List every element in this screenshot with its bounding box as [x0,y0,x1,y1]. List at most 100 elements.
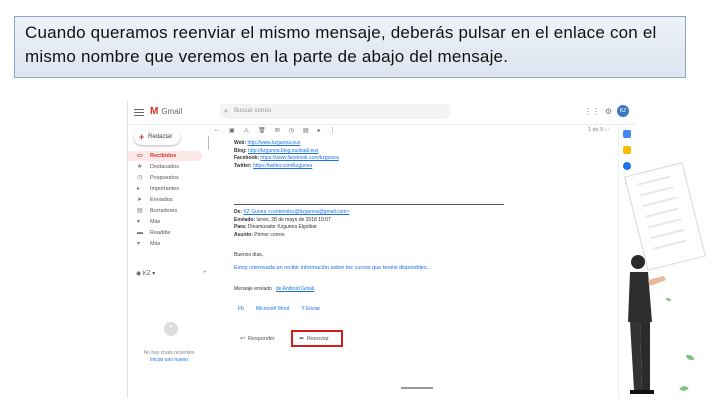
sidebar-item-drafts[interactable]: ▤ Borradores [128,206,202,216]
compose-button[interactable]: + Redactar [134,130,180,145]
search-placeholder: Buscar correo [234,108,272,114]
header-actions: ⋮⋮ ⚙ KZ [584,105,629,117]
sidebar-item-label: Destacados [150,164,180,170]
sidebar-item-starred[interactable]: ★ Destacados [128,162,202,172]
hangouts-avatar-icon: ◉ [136,271,142,277]
avatar[interactable]: KZ [617,105,629,117]
twitter-link[interactable]: https://twitter.com/kzgunea [253,163,312,169]
reply-arrow-icon: ↩ [240,336,246,342]
folder-icon: ▾ [137,241,141,247]
more-vertical-icon[interactable]: ⋮ [330,127,336,134]
sidebar-item-label: Borradores [150,208,178,214]
clock-icon: ◷ [137,175,143,181]
sidebar-item-label: Enviados [150,197,173,203]
facebook-link[interactable]: https://www.facebook.com/kzgunea [260,155,338,161]
message-view: ← ▣ ⚠ 🗑 ✉ ◷ ▤ ▸ ⋮ 1 de 5 ‹ › Web: http:/… [208,124,618,398]
gmail-header: M Gmail ⌕ Buscar correo ⋮⋮ ⚙ KZ [128,100,635,125]
sidebar-item-label: Más [150,219,161,225]
forward-divider [234,204,504,205]
link-item[interactable]: Y Enviar [301,306,320,312]
link-item[interactable]: Microsoft Word [256,306,290,312]
decorative-leaf-icon [666,298,671,301]
tag-icon: ▬ [137,230,143,236]
hangouts-username: KZ [142,271,151,277]
chat-bubble-icon: ❝ [164,322,178,336]
label-icon: ▸ [137,186,141,192]
forwarded-headers: De: KZ Gunea <contenidos@kzgunea@gmail.c… [234,209,350,239]
gmail-logo[interactable]: M Gmail [150,106,182,117]
settings-gear-icon[interactable]: ⚙ [605,107,612,116]
spam-icon[interactable]: ⚠ [244,127,249,134]
message-body: Estoy interesada en recibir información … [234,265,432,271]
compose-label: Redactar [148,134,173,140]
sidebar-item-label: Readdle [150,230,171,236]
signature-link[interactable]: de Android Gmail [276,286,314,292]
file-icon: ▤ [137,208,143,214]
blog-link[interactable]: http://kzgunea.blog.euskadi.eus [248,148,318,154]
web-label: Web: [234,140,247,146]
sidebar-item-more[interactable]: ▾ Más [128,217,202,227]
date-value: lunes, 28 de mayo de 2018 10:07 [256,216,331,223]
menu-icon[interactable] [134,109,144,118]
from-label: De: [234,209,243,215]
message-signature: Mensaje enviado de Android Gmail [234,286,314,292]
apps-icon[interactable]: ⋮⋮ [584,107,600,116]
web-link[interactable]: http://www.kzgunea.eus [248,140,301,146]
link-item[interactable]: Fb [238,306,244,312]
inbox-icon: ▭ [137,153,143,159]
plus-icon: + [139,132,145,142]
search-input[interactable]: ⌕ Buscar correo [220,104,450,119]
snooze-icon[interactable]: ◷ [289,127,294,134]
start-chat-link[interactable]: Iniciar uno nuevo [134,357,204,364]
tasks-icon[interactable] [623,162,631,170]
date-label: Enviado: [234,216,256,223]
sidebar-item-label-readdle[interactable]: ▬ Readdle [128,228,202,238]
blog-label: Blog: [234,147,247,154]
forward-arrow-icon: ➦ [298,336,304,342]
reply-button[interactable]: ↩ Responder [234,332,281,345]
sidebar-item-label: Importantes [150,186,180,192]
move-to-icon[interactable]: ▤ [303,127,309,134]
back-arrow-icon[interactable]: ← [214,127,220,134]
gmail-wordmark: Gmail [161,107,183,116]
no-chats-text: No hay chats recientes [143,350,195,356]
to-value: Dinamizador Kzgunea Elgoibar [247,224,317,231]
subject-value: Primer correo [254,231,285,238]
signature-prefix: Mensaje enviado [234,286,272,292]
facebook-label: Facebook: [234,155,260,162]
from-value[interactable]: KZ Gunea <contenidos@kzgunea@gmail.com> [243,209,349,215]
decorative-leaf-icon [686,355,694,360]
sidebar-item-label: Más [150,241,161,247]
star-icon: ★ [137,164,143,170]
send-icon: ➤ [137,197,143,203]
decorative-leaf-icon [679,384,689,393]
sidebar-item-label: Recibidos [150,153,177,159]
delete-icon[interactable]: 🗑 [258,127,266,134]
message-actions: ↩ Responder ➦ Reenviar [234,330,343,347]
twitter-label: Twitter: [234,162,252,169]
subject-label: Asunto: [234,231,253,238]
archive-icon[interactable]: ▣ [229,127,235,134]
search-icon: ⌕ [224,108,228,115]
mark-unread-icon[interactable]: ✉ [275,127,280,134]
message-greeting: Buenos días, [234,252,264,258]
add-chat-icon[interactable]: + [203,270,207,276]
label-icon[interactable]: ▸ [318,127,321,134]
reply-label: Responder [248,335,275,342]
sidebar-item-important[interactable]: ▸ Importantes [128,184,202,194]
message-toolbar: ← ▣ ⚠ 🗑 ✉ ◷ ▤ ▸ ⋮ [214,127,336,134]
sidebar-item-inbox[interactable]: ▭ Recibidos [128,151,202,161]
calendar-icon[interactable] [623,130,631,138]
hangouts-user[interactable]: ◉ KZ ▾ + [136,270,207,277]
gmail-m-icon: M [150,106,159,117]
to-label: Para: [234,224,247,231]
forward-label: Reenviar [306,335,329,342]
sidebar-item-folder[interactable]: ▾ Más [128,239,202,249]
sidebar-item-sent[interactable]: ➤ Enviados [128,195,202,205]
gmail-screenshot: M Gmail ⌕ Buscar correo ⋮⋮ ⚙ KZ + Redacta… [127,100,635,398]
quoted-contact-block: Web: http://www.kzgunea.eus Blog: http:/… [234,140,339,170]
forward-button[interactable]: ➦ Reenviar [290,330,343,347]
keep-icon[interactable] [623,146,631,154]
attachment-links: Fb Microsoft Word Y Enviar [238,306,320,312]
sidebar-item-snoozed[interactable]: ◷ Pospuestos [128,173,202,183]
